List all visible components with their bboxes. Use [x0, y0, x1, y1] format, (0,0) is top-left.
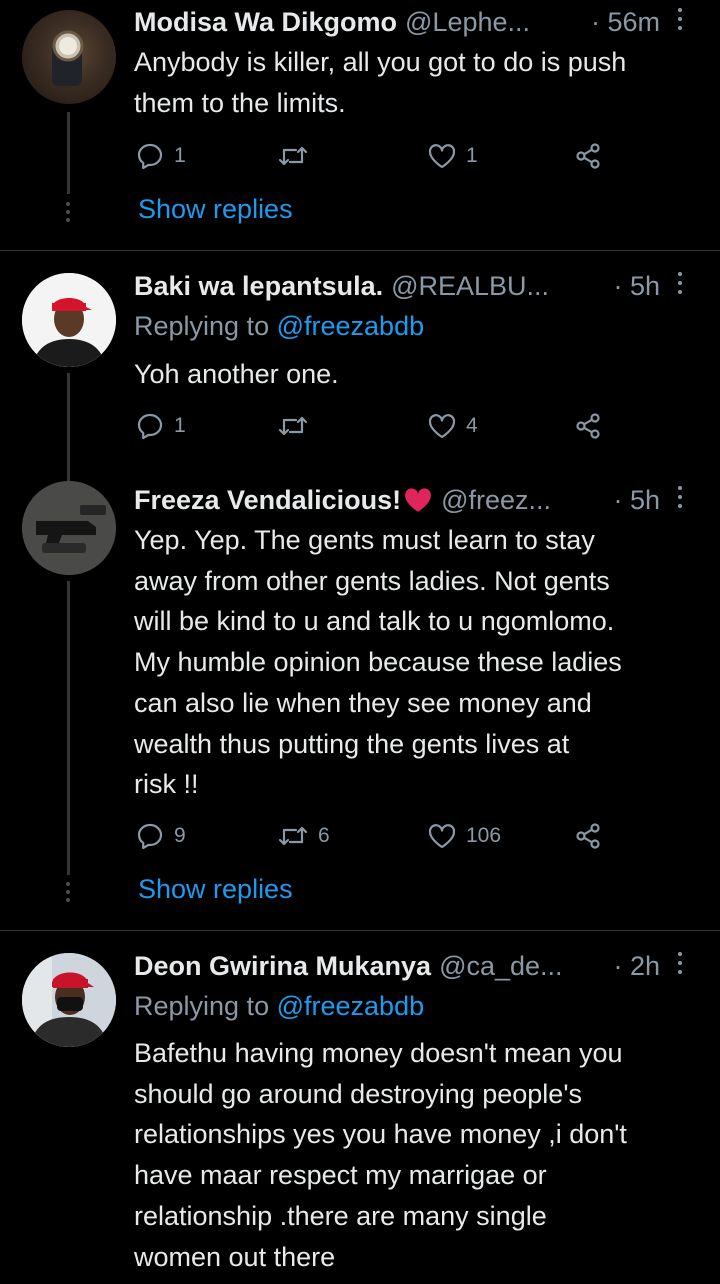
show-replies-link[interactable]: Show replies [138, 194, 293, 225]
reply-count: 9 [174, 824, 186, 847]
user-handle[interactable]: @Lephe... [405, 7, 530, 38]
tweet[interactable]: Freeza Vendalicious! @freez... · 5h Yep.… [0, 481, 720, 931]
timestamp[interactable]: · 2h [613, 951, 660, 982]
reply-icon [137, 143, 163, 170]
retweet-button[interactable]: 6 [278, 819, 330, 853]
text-line: have maar respect my marrigae or [134, 1160, 547, 1191]
replying-to: Replying to @freezabdb [134, 991, 424, 1022]
tweet-text: Yoh another one. [134, 354, 704, 395]
tweet-header: Baki wa lepantsula. @REALBU... · 5h [134, 268, 690, 304]
text-line: Yoh another one. [134, 359, 339, 389]
retweet-button[interactable] [278, 139, 318, 173]
tweet-actions: 1 1 [136, 139, 616, 173]
tweet[interactable]: Deon Gwirina Mukanya @ca_de... · 2h Repl… [0, 931, 720, 1284]
more-options-icon[interactable] [676, 272, 684, 300]
tweet-text: Anybody is killer, all you got to do is … [134, 42, 704, 123]
tweet-actions: 1 4 [136, 409, 616, 443]
reply-button[interactable]: 9 [136, 819, 186, 853]
tweet-actions: 9 6 106 [136, 819, 616, 853]
replying-label: Replying to [134, 991, 270, 1021]
heart-icon [428, 414, 456, 439]
like-button[interactable]: 1 [428, 139, 478, 173]
retweet-count: 6 [318, 824, 330, 847]
retweet-icon [278, 146, 308, 166]
avatar[interactable] [22, 10, 116, 104]
text-line: relationships yes you have money ,i don'… [134, 1119, 627, 1150]
text-line: Yep. Yep. The gents must learn to stay [134, 525, 595, 555]
thread-dots [66, 202, 71, 226]
tweet[interactable]: Baki wa lepantsula. @REALBU... · 5h Repl… [0, 251, 720, 483]
show-replies-link[interactable]: Show replies [138, 874, 293, 905]
text-line: them to the limits. [134, 87, 346, 118]
user-handle[interactable]: @freez... [441, 485, 551, 516]
tweet-text: Bafethu having money doesn't mean you sh… [134, 1033, 704, 1277]
thread-line [67, 112, 70, 194]
reply-count: 1 [174, 414, 186, 437]
tweet-header: Deon Gwirina Mukanya @ca_de... · 2h [134, 948, 690, 984]
share-button[interactable] [574, 819, 602, 853]
thread-line [67, 373, 70, 483]
replying-handle[interactable]: @freezabdb [277, 311, 425, 341]
like-button[interactable]: 4 [428, 409, 478, 443]
text-line: Anybody is killer, all you got to do is … [134, 47, 627, 77]
tweet-text: Yep. Yep. The gents must learn to stay a… [134, 520, 704, 805]
text-line: risk !! [134, 769, 199, 800]
like-button[interactable]: 106 [428, 819, 501, 853]
thread-line [67, 581, 70, 875]
display-name[interactable]: Baki wa lepantsula. [134, 271, 383, 302]
text-line: Bafethu having money doesn't mean you [134, 1038, 623, 1068]
user-handle[interactable]: @REALBU... [391, 271, 549, 302]
display-name[interactable]: Modisa Wa Dikgomo [134, 7, 397, 38]
retweet-icon [278, 826, 308, 846]
heart-icon [428, 824, 456, 849]
more-options-icon[interactable] [676, 952, 684, 980]
text-line: away from other gents ladies. Not gents [134, 565, 610, 596]
text-line: should go around destroying people's [134, 1078, 582, 1109]
reply-icon [137, 823, 163, 850]
share-icon [576, 413, 600, 439]
replying-handle[interactable]: @freezabdb [277, 991, 425, 1021]
reply-count: 1 [174, 144, 186, 167]
display-name[interactable]: Freeza Vendalicious! [134, 485, 401, 516]
heart-icon [428, 144, 456, 169]
share-icon [576, 823, 600, 849]
timestamp[interactable]: · 5h [613, 271, 660, 302]
reply-button[interactable]: 1 [136, 409, 186, 443]
tweet-header: Modisa Wa Dikgomo @Lephe... · 56m [134, 4, 690, 40]
tweet[interactable]: Modisa Wa Dikgomo @Lephe... · 56m Anybod… [0, 0, 720, 250]
reply-button[interactable]: 1 [136, 139, 186, 173]
retweet-icon [278, 416, 308, 436]
more-options-icon[interactable] [676, 8, 684, 36]
like-count: 1 [466, 144, 478, 167]
timestamp[interactable]: · 5h [613, 485, 660, 516]
user-handle[interactable]: @ca_de... [439, 951, 562, 982]
retweet-button[interactable] [278, 409, 318, 443]
avatar[interactable] [22, 273, 116, 367]
more-options-icon[interactable] [676, 486, 684, 514]
text-line: will be kind to u and talk to u ngomlomo… [134, 606, 615, 637]
thread-dots [66, 882, 71, 906]
text-line: can also lie when they see money and [134, 687, 592, 718]
like-count: 106 [466, 824, 502, 847]
avatar[interactable] [22, 481, 116, 575]
replying-to: Replying to @freezabdb [134, 311, 424, 342]
text-line: wealth thus putting the gents lives at [134, 728, 570, 759]
avatar[interactable] [22, 953, 116, 1047]
timestamp[interactable]: · 56m [591, 7, 660, 38]
share-button[interactable] [574, 409, 602, 443]
red-heart-emoji-icon [405, 488, 432, 512]
text-line: women out there [134, 1241, 336, 1272]
share-button[interactable] [574, 139, 602, 173]
text-line: relationship .there are many single [134, 1200, 547, 1231]
reply-icon [137, 413, 163, 440]
display-name[interactable]: Deon Gwirina Mukanya [134, 951, 431, 982]
tweet-header: Freeza Vendalicious! @freez... · 5h [134, 482, 690, 518]
replying-label: Replying to [134, 311, 270, 341]
like-count: 4 [466, 414, 478, 437]
text-line: My humble opinion because these ladies [134, 647, 622, 678]
share-icon [576, 143, 600, 169]
